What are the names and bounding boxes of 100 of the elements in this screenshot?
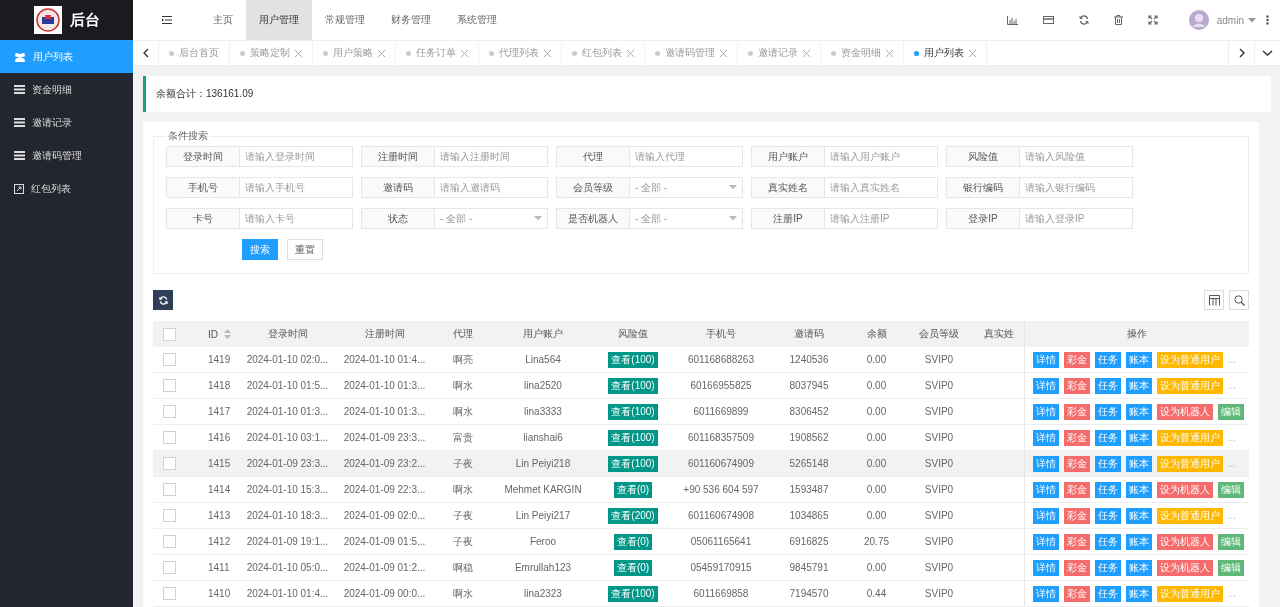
- input-field[interactable]: 请输入邀请码: [435, 177, 548, 198]
- action-button[interactable]: 设为机器人: [1156, 481, 1213, 498]
- risk-badge[interactable]: 查看(0): [613, 533, 653, 550]
- select-field[interactable]: - 全部 -: [630, 177, 743, 198]
- table-row[interactable]: 1417 2024-01-10 01:3... 2024-01-10 01:3... 啊水 lina3333 查看(100) 6011669899 8306452 0.00 SVIP0 详情 彩金 任务 账本 设为机器人 编辑: [153, 398, 1249, 425]
- action-button[interactable]: 任务: [1094, 455, 1121, 472]
- more-icon[interactable]: [1266, 15, 1269, 25]
- input-field[interactable]: 请输入代理: [630, 146, 743, 167]
- input-field[interactable]: 请输入注册IP: [825, 208, 938, 229]
- row-checkbox[interactable]: [162, 405, 176, 419]
- action-button[interactable]: 详情: [1032, 533, 1059, 550]
- action-button[interactable]: 彩金: [1063, 403, 1090, 420]
- reset-button[interactable]: 重置: [287, 239, 323, 260]
- action-button[interactable]: 设为机器人: [1156, 533, 1213, 550]
- sidebar-item[interactable]: 红包列表: [0, 172, 133, 205]
- sort-icon[interactable]: [224, 328, 231, 339]
- action-button[interactable]: 彩金: [1063, 429, 1090, 446]
- action-button[interactable]: 账本: [1125, 533, 1152, 550]
- card-icon[interactable]: [1042, 16, 1054, 24]
- action-button[interactable]: 账本: [1125, 455, 1152, 472]
- action-button[interactable]: 账本: [1125, 507, 1152, 524]
- action-button[interactable]: 彩金: [1063, 507, 1090, 524]
- risk-badge[interactable]: 查看(200): [608, 507, 658, 524]
- table-row[interactable]: 1410 2024-01-10 01:4... 2024-01-09 00:0... 啊水 lina2323 查看(100) 6011669858 7194570 0.44 SVIP0 详情 彩金 任务 账本 设为普通用户 ...: [153, 580, 1249, 607]
- action-button[interactable]: 彩金: [1063, 351, 1090, 368]
- action-button[interactable]: 编辑: [1217, 559, 1244, 576]
- column-header[interactable]: 注册时间: [364, 328, 405, 339]
- trash-icon[interactable]: [1113, 15, 1123, 25]
- action-button[interactable]: 任务: [1094, 507, 1121, 524]
- table-row[interactable]: 1418 2024-01-10 01:5... 2024-01-10 01:3... 啊水 lina2520 查看(100) 60166955825 8037945 0.00 SVIP0 详情 彩金 任务 账本 设为普通用户 ...: [153, 372, 1249, 399]
- bar-chart-icon[interactable]: [1006, 15, 1018, 25]
- page-tab[interactable]: 任务订单: [396, 41, 479, 65]
- table-row[interactable]: 1415 2024-01-09 23:3... 2024-01-09 23:2... 子夜 Lin Peiyi218 查看(100) 601160674909 5265148 0.00 SVIP0 详情 彩金 任务 账本 设为普通用户 ...: [153, 450, 1249, 477]
- action-button[interactable]: 详情: [1032, 403, 1059, 420]
- risk-badge[interactable]: 查看(0): [613, 481, 653, 498]
- risk-badge[interactable]: 查看(100): [608, 377, 658, 394]
- username[interactable]: admin: [1216, 14, 1244, 26]
- input-field[interactable]: 请输入风险值: [1020, 146, 1133, 167]
- columns-button[interactable]: [1204, 290, 1224, 310]
- input-field[interactable]: 请输入银行编码: [1020, 177, 1133, 198]
- select-field[interactable]: - 全部 -: [435, 208, 548, 229]
- page-tab[interactable]: 后台首页: [159, 41, 230, 65]
- action-button[interactable]: 彩金: [1063, 455, 1090, 472]
- action-button[interactable]: 任务: [1094, 377, 1121, 394]
- column-header[interactable]: 手机号: [706, 328, 736, 339]
- action-button[interactable]: 设为普通用户: [1156, 507, 1223, 524]
- action-button[interactable]: 设为机器人: [1156, 559, 1213, 576]
- table-row[interactable]: 1414 2024-01-10 15:3... 2024-01-09 22:3... 啊水 Mehmet KARGIN 查看(0) +90 536 604 597 1593487 0.00 SVIP0 详情 彩金 任务 账本 设为机器人 编辑: [153, 476, 1249, 503]
- action-button[interactable]: 设为普通用户: [1156, 585, 1223, 602]
- caret-icon[interactable]: [1248, 17, 1256, 23]
- action-button[interactable]: 任务: [1094, 429, 1121, 446]
- input-field[interactable]: 请输入用户账户: [825, 146, 938, 167]
- risk-badge[interactable]: 查看(100): [608, 455, 658, 472]
- action-button[interactable]: 详情: [1032, 559, 1059, 576]
- nav-tab[interactable]: 主页: [200, 0, 246, 40]
- page-tab[interactable]: 用户列表: [904, 41, 987, 65]
- page-tab[interactable]: 邀请记录: [738, 41, 821, 65]
- action-button[interactable]: 编辑: [1217, 403, 1244, 420]
- action-button[interactable]: 彩金: [1063, 377, 1090, 394]
- table-row[interactable]: 1412 2024-01-09 19:1... 2024-01-09 01:5... 子夜 Feroo 查看(0) 05061165641 6916825 20.75 SVIP0 详情 彩金 任务 账本 设为机器人 编辑: [153, 528, 1249, 555]
- page-tab[interactable]: 资金明细: [821, 41, 904, 65]
- nav-tab[interactable]: 财务管理: [378, 0, 444, 40]
- close-icon[interactable]: [627, 49, 634, 57]
- action-button[interactable]: 详情: [1032, 377, 1059, 394]
- row-checkbox[interactable]: [162, 509, 176, 523]
- sidebar-item[interactable]: 邀请码管理: [0, 139, 133, 172]
- input-field[interactable]: 请输入登录时间: [240, 146, 353, 167]
- action-button[interactable]: 账本: [1125, 351, 1152, 368]
- row-checkbox[interactable]: [162, 561, 176, 575]
- close-icon[interactable]: [969, 49, 976, 57]
- action-button[interactable]: 账本: [1125, 481, 1152, 498]
- sidebar-item[interactable]: 资金明细: [0, 73, 133, 106]
- row-checkbox[interactable]: [162, 483, 176, 497]
- action-button[interactable]: 任务: [1094, 559, 1121, 576]
- action-button[interactable]: 设为普通用户: [1156, 429, 1223, 446]
- close-icon[interactable]: [378, 49, 385, 57]
- nav-tab[interactable]: 用户管理: [246, 0, 312, 40]
- action-button[interactable]: 账本: [1125, 403, 1152, 420]
- refresh-button[interactable]: [153, 290, 173, 310]
- page-tab[interactable]: 红包列表: [562, 41, 645, 65]
- nav-tab[interactable]: 常规管理: [312, 0, 378, 40]
- column-header[interactable]: 邀请码: [794, 328, 824, 339]
- risk-badge[interactable]: 查看(100): [608, 585, 658, 602]
- close-icon[interactable]: [544, 49, 551, 57]
- action-button[interactable]: 详情: [1032, 351, 1059, 368]
- row-checkbox[interactable]: [162, 379, 176, 393]
- column-header[interactable]: 用户账户: [523, 328, 563, 339]
- input-field[interactable]: 请输入真实姓名: [825, 177, 938, 198]
- action-button[interactable]: 编辑: [1217, 481, 1244, 498]
- column-header[interactable]: 余额: [866, 328, 887, 339]
- action-button[interactable]: 详情: [1032, 481, 1059, 498]
- risk-badge[interactable]: 查看(100): [608, 351, 658, 368]
- avatar-icon[interactable]: [1188, 10, 1209, 30]
- column-header[interactable]: 代理: [453, 328, 473, 339]
- action-button[interactable]: 账本: [1125, 585, 1152, 602]
- input-field[interactable]: 请输入注册时间: [435, 146, 548, 167]
- close-icon[interactable]: [720, 49, 727, 57]
- action-button[interactable]: 彩金: [1063, 585, 1090, 602]
- action-button[interactable]: 详情: [1032, 429, 1059, 446]
- close-icon[interactable]: [461, 49, 468, 57]
